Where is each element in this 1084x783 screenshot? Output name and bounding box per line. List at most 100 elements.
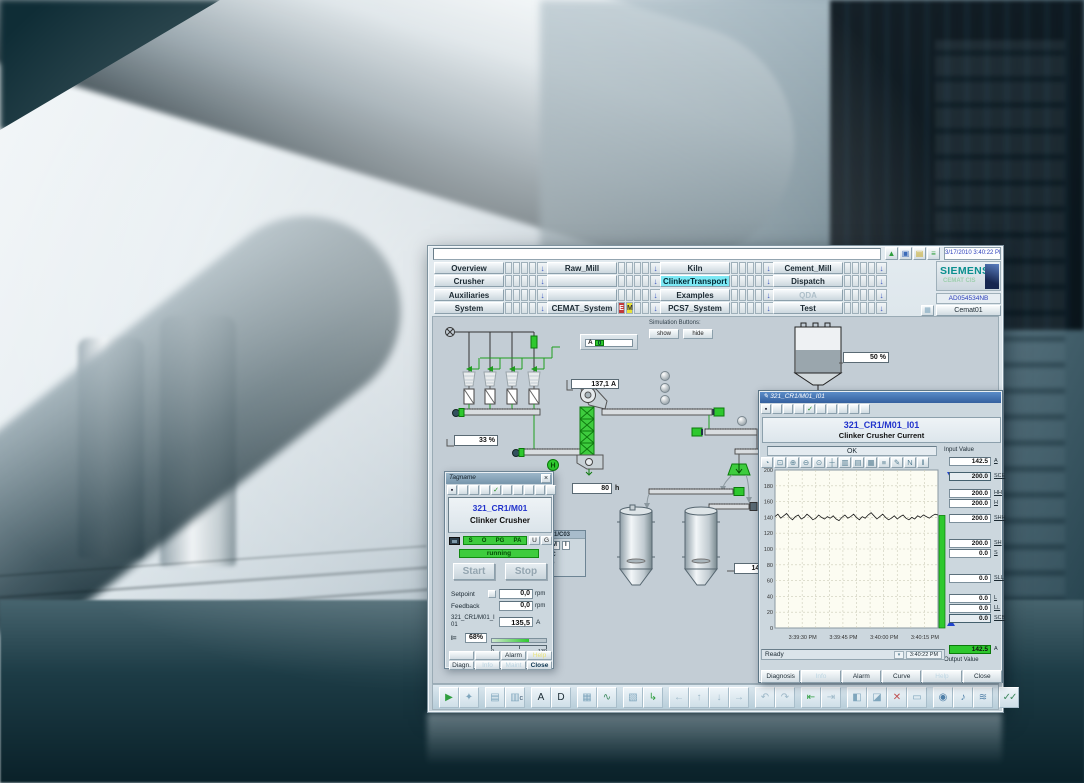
- interlock-source-symbol[interactable]: [446, 328, 455, 337]
- undo-icon[interactable]: ↶: [755, 687, 775, 708]
- transfer-belt-symbol[interactable]: [692, 428, 757, 436]
- nav-button-auxiliaries[interactable]: Auxiliaries: [434, 289, 504, 301]
- trend-toolbar-cell[interactable]: [860, 404, 870, 414]
- trend-toolbar-cell[interactable]: [827, 404, 837, 414]
- stop-button[interactable]: Stop: [505, 563, 547, 580]
- key-icon[interactable]: ✦: [459, 687, 479, 708]
- limit-field-hh[interactable]: 200.0: [949, 489, 991, 498]
- alarm-message-line[interactable]: [433, 248, 881, 260]
- diverter-gate-symbol[interactable]: [728, 464, 750, 475]
- horn-ack-icon[interactable]: ▣: [899, 247, 912, 260]
- nav-expand-button[interactable]: ↓: [876, 275, 887, 287]
- curve-button[interactable]: Curve: [882, 670, 921, 683]
- nav-button-raw-mill[interactable]: Raw_Mill: [547, 262, 617, 274]
- trend-toolbar-cell[interactable]: [772, 404, 782, 414]
- picture-copy-icon[interactable]: ▤: [485, 687, 505, 708]
- setpoint-field[interactable]: 0,0: [499, 589, 533, 599]
- alarm-button[interactable]: Alarm: [501, 651, 526, 660]
- nav-button-cement-mill[interactable]: Cement_Mill: [773, 262, 843, 274]
- windows-overview-icon[interactable]: ◧: [847, 687, 867, 708]
- popup-item-i[interactable]: I: [562, 541, 570, 550]
- info-button[interactable]: Info: [801, 670, 840, 683]
- print-icon[interactable]: ≡: [927, 247, 940, 260]
- nav-expand-button[interactable]: ↓: [876, 302, 887, 314]
- stats-icon[interactable]: ▤: [852, 457, 864, 468]
- faceplate-toolbar-cell[interactable]: [535, 485, 545, 495]
- nav-expand-button[interactable]: ↓: [876, 289, 887, 301]
- dosing-gate-symbols[interactable]: [464, 389, 539, 404]
- zoom-window-icon[interactable]: ⊡: [774, 457, 786, 468]
- limit-label-sce[interactable]: SCE: [994, 473, 1005, 479]
- server-select-icon[interactable]: ▦: [921, 305, 934, 316]
- arrow-left-icon[interactable]: ←: [669, 687, 689, 708]
- curve-icon[interactable]: ∿: [597, 687, 617, 708]
- feed-belt-symbol[interactable]: [513, 449, 583, 457]
- close-icon[interactable]: ×: [541, 474, 551, 483]
- limit-field-sh[interactable]: 200.0: [949, 539, 991, 548]
- nav-button-system[interactable]: System: [434, 302, 504, 314]
- spare-button[interactable]: [449, 651, 474, 660]
- limit-label-l[interactable]: L: [994, 595, 997, 601]
- limit-label-s[interactable]: S: [994, 550, 998, 556]
- local-mode-symbol[interactable]: H: [548, 460, 559, 471]
- help-button[interactable]: Help: [922, 670, 961, 683]
- report-icon[interactable]: ▦: [577, 687, 597, 708]
- nav-button-kiln[interactable]: Kiln: [660, 262, 730, 274]
- arrow-right-icon[interactable]: →: [729, 687, 749, 708]
- help-button[interactable]: Help: [527, 651, 552, 660]
- start-runtime-icon[interactable]: ▶: [439, 687, 459, 708]
- info-button[interactable]: Info: [475, 661, 500, 670]
- silo1-feed-belt-symbol[interactable]: [649, 488, 744, 496]
- nav-button-dispatch[interactable]: Dispatch: [773, 275, 843, 287]
- elevator-discharge-belt-symbol[interactable]: [602, 408, 724, 416]
- limit-field-scb[interactable]: 0.0: [949, 614, 991, 623]
- picture-change-icon[interactable]: ↳: [643, 687, 663, 708]
- waves-icon[interactable]: ≋: [973, 687, 993, 708]
- pin-icon[interactable]: ▪: [447, 485, 457, 495]
- scroll-mode-icon[interactable]: ▾: [894, 651, 904, 659]
- nav-button-overview[interactable]: Overview: [434, 262, 504, 274]
- limit-field-s[interactable]: 0.0: [949, 549, 991, 558]
- faceplate-toolbar-cell[interactable]: [469, 485, 479, 495]
- diverter-feed-belt-symbol[interactable]: [735, 449, 759, 454]
- picture-copy-c-icon[interactable]: ▥c: [505, 687, 525, 708]
- arrow-down-icon[interactable]: ↓: [709, 687, 729, 708]
- alarm-ack-icon[interactable]: ▲: [885, 247, 898, 260]
- clinker-silo-1[interactable]: [617, 505, 655, 585]
- bucket-elevator-symbol[interactable]: [577, 387, 607, 475]
- nav-expand-button[interactable]: ↓: [876, 262, 887, 274]
- zoom-100-icon[interactable]: ⊙: [813, 457, 825, 468]
- limit-label-scb[interactable]: SCB: [994, 615, 1005, 621]
- accept-icon[interactable]: ✓✓: [999, 687, 1019, 708]
- trend-toolbar-cell[interactable]: [849, 404, 859, 414]
- nav-button-test[interactable]: Test: [773, 302, 843, 314]
- screen-icon[interactable]: ▭: [907, 687, 927, 708]
- nav-button-qda[interactable]: QDA: [773, 289, 843, 301]
- edit-icon[interactable]: ✎: [891, 457, 903, 468]
- zoom-in-icon[interactable]: ⊕: [787, 457, 799, 468]
- trend-titlebar[interactable]: ✎ 321_CR1/M01_I01: [760, 392, 1001, 403]
- nav-button-slot-1-2[interactable]: [547, 289, 617, 301]
- diagnosis-button[interactable]: Diagnosis: [761, 670, 800, 683]
- limit-label-sh[interactable]: SH: [994, 540, 1002, 546]
- trend-chart[interactable]: 0204060801001201401601802003:39:30 PM3:3…: [759, 468, 955, 646]
- current-bar[interactable]: [491, 638, 547, 643]
- horn-icon[interactable]: ♪: [953, 687, 973, 708]
- limit-label-shh[interactable]: SHH: [994, 515, 1006, 521]
- faceplate-toolbar-cell[interactable]: [513, 485, 523, 495]
- picture-out-icon[interactable]: ⇥: [821, 687, 841, 708]
- limit-field-shh[interactable]: 200.0: [949, 514, 991, 523]
- collecting-belt-symbol[interactable]: [453, 409, 541, 417]
- u-button[interactable]: U: [529, 536, 540, 545]
- nav-button-cemat-system[interactable]: CEMAT_System: [547, 302, 617, 314]
- start-button[interactable]: Start: [453, 563, 495, 580]
- print-icon[interactable]: ≡: [878, 457, 890, 468]
- ack-icon[interactable]: ✓: [805, 404, 815, 414]
- limit-field-sll[interactable]: 0.0: [949, 574, 991, 583]
- picture-in-icon[interactable]: ⇤: [801, 687, 821, 708]
- trend-toolbar-cell[interactable]: [794, 404, 804, 414]
- faceplate-toolbar-cell[interactable]: [502, 485, 512, 495]
- letter-d-button[interactable]: D: [551, 687, 571, 708]
- ack-icon[interactable]: ✓: [491, 485, 501, 495]
- faceplate-toolbar-cell[interactable]: [458, 485, 468, 495]
